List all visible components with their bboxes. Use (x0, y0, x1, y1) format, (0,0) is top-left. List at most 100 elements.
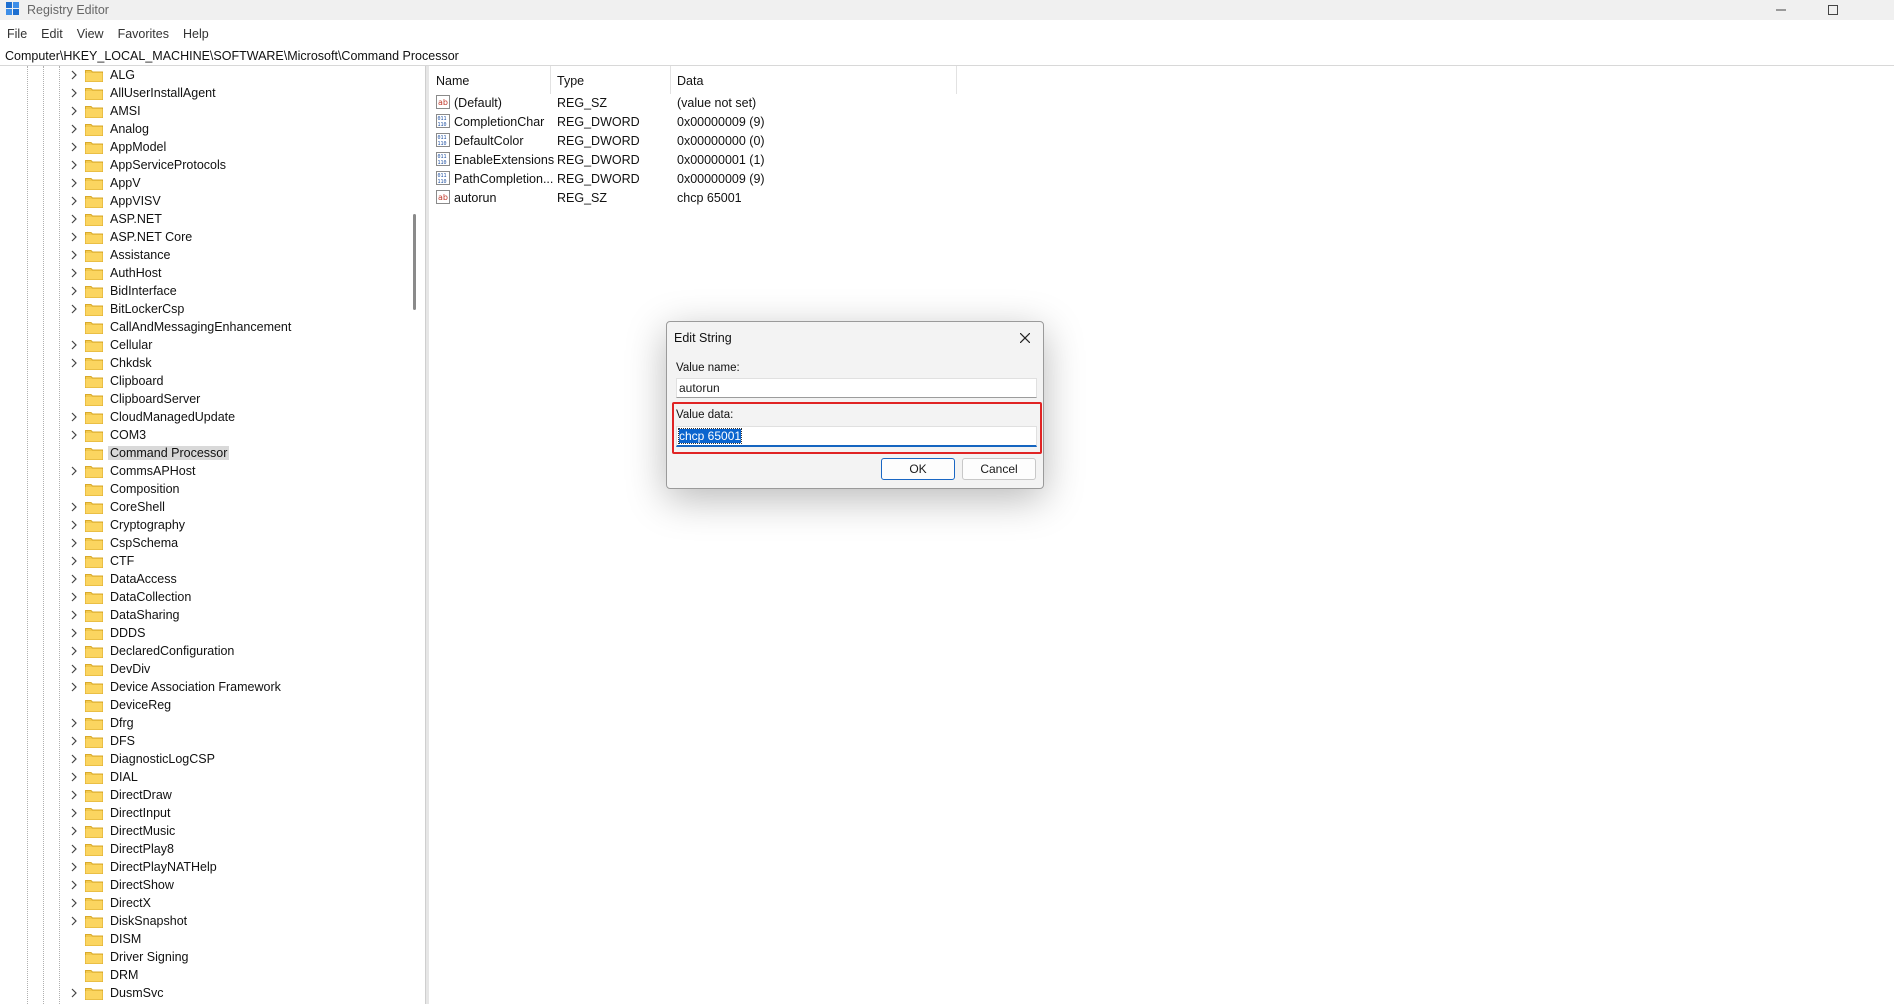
value-row[interactable]: 011 110 DefaultColor REG_DWORD 0x00000000 (0… (430, 132, 1230, 151)
tree-item[interactable]: DIAL (69, 768, 140, 786)
menu-help[interactable]: Help (176, 27, 216, 41)
chevron-right-icon[interactable] (69, 178, 79, 188)
chevron-right-icon[interactable] (69, 898, 79, 908)
tree-item[interactable]: AppModel (69, 138, 168, 156)
tree-item[interactable]: Cryptography (69, 516, 187, 534)
tree-item[interactable]: DevDiv (69, 660, 152, 678)
minimize-button[interactable] (1758, 0, 1804, 20)
chevron-right-icon[interactable] (69, 70, 79, 80)
chevron-right-icon[interactable] (69, 340, 79, 350)
menu-edit[interactable]: Edit (34, 27, 70, 41)
value-data-input[interactable]: chcp 65001 (676, 426, 1037, 447)
tree-item[interactable]: AppServiceProtocols (69, 156, 228, 174)
maximize-button[interactable] (1810, 0, 1856, 20)
menu-file[interactable]: File (0, 27, 34, 41)
pane-splitter[interactable] (425, 66, 429, 1004)
tree-item[interactable]: AppVISV (69, 192, 163, 210)
tree-item[interactable]: CspSchema (69, 534, 180, 552)
tree-item[interactable]: DataSharing (69, 606, 182, 624)
tree-item[interactable]: BitLockerCsp (69, 300, 186, 318)
value-row[interactable]: 011 110 CompletionChar REG_DWORD 0x00000009 … (430, 113, 1230, 132)
chevron-right-icon[interactable] (69, 196, 79, 206)
registry-tree[interactable]: ALG AllUserInstallAgent AMSI Analog AppModel… (0, 66, 422, 1004)
chevron-right-icon[interactable] (69, 682, 79, 692)
tree-item[interactable]: Cellular (69, 336, 154, 354)
tree-item[interactable]: CloudManagedUpdate (69, 408, 237, 426)
tree-item[interactable]: CoreShell (69, 498, 167, 516)
chevron-right-icon[interactable] (69, 358, 79, 368)
tree-item[interactable]: AllUserInstallAgent (69, 84, 218, 102)
column-header-type[interactable]: Type (557, 71, 584, 91)
column-header-name[interactable]: Name (436, 71, 469, 91)
chevron-right-icon[interactable] (69, 304, 79, 314)
tree-item[interactable]: ASP.NET (69, 210, 164, 228)
chevron-right-icon[interactable] (69, 214, 79, 224)
tree-item[interactable]: DirectPlay8 (69, 840, 176, 858)
tree-item[interactable]: DeclaredConfiguration (69, 642, 236, 660)
chevron-right-icon[interactable] (69, 88, 79, 98)
chevron-right-icon[interactable] (69, 124, 79, 134)
value-row[interactable]: ab autorun REG_SZ chcp 65001 (430, 189, 1230, 208)
tree-item[interactable]: Command Processor (69, 444, 230, 462)
tree-item[interactable]: DataCollection (69, 588, 193, 606)
tree-item[interactable]: ClipboardServer (69, 390, 202, 408)
column-divider[interactable] (956, 66, 957, 94)
tree-item[interactable]: DRM (69, 966, 140, 984)
chevron-right-icon[interactable] (69, 106, 79, 116)
column-divider[interactable] (550, 66, 551, 94)
tree-item[interactable]: AppV (69, 174, 143, 192)
tree-item[interactable]: DFS (69, 732, 137, 750)
chevron-right-icon[interactable] (69, 826, 79, 836)
column-divider[interactable] (670, 66, 671, 94)
dialog-close-button[interactable] (1015, 328, 1035, 348)
tree-item[interactable]: DirectDraw (69, 786, 174, 804)
tree-item[interactable]: CallAndMessagingEnhancement (69, 318, 293, 336)
tree-item[interactable]: ALG (69, 66, 137, 84)
chevron-right-icon[interactable] (69, 916, 79, 926)
chevron-right-icon[interactable] (69, 268, 79, 278)
tree-item[interactable]: CommsAPHost (69, 462, 197, 480)
chevron-right-icon[interactable] (69, 286, 79, 296)
tree-item[interactable]: DiskSnapshot (69, 912, 189, 930)
chevron-right-icon[interactable] (69, 160, 79, 170)
chevron-right-icon[interactable] (69, 142, 79, 152)
chevron-right-icon[interactable] (69, 718, 79, 728)
tree-item[interactable]: DirectMusic (69, 822, 177, 840)
column-header-data[interactable]: Data (677, 71, 703, 91)
values-list[interactable]: Name Type Data ab (Default) REG_SZ (value n… (430, 66, 1894, 1004)
value-row[interactable]: 011 110 PathCompletion... REG_DWORD 0x000000… (430, 170, 1230, 189)
chevron-right-icon[interactable] (69, 880, 79, 890)
tree-item[interactable]: Device Association Framework (69, 678, 283, 696)
tree-item[interactable]: DusmSvc (69, 984, 165, 1002)
value-name-field[interactable]: autorun (676, 378, 1037, 398)
chevron-right-icon[interactable] (69, 466, 79, 476)
tree-item[interactable]: DeviceReg (69, 696, 173, 714)
tree-item[interactable]: Assistance (69, 246, 172, 264)
tree-item[interactable]: DataAccess (69, 570, 179, 588)
tree-item[interactable]: COM3 (69, 426, 148, 444)
chevron-right-icon[interactable] (69, 772, 79, 782)
chevron-right-icon[interactable] (69, 502, 79, 512)
chevron-right-icon[interactable] (69, 592, 79, 602)
chevron-right-icon[interactable] (69, 628, 79, 638)
value-row[interactable]: ab (Default) REG_SZ (value not set) (430, 94, 1230, 113)
tree-item[interactable]: Driver Signing (69, 948, 191, 966)
tree-item[interactable]: DDDS (69, 624, 147, 642)
chevron-right-icon[interactable] (69, 574, 79, 584)
tree-item[interactable]: Chkdsk (69, 354, 154, 372)
tree-item[interactable]: AuthHost (69, 264, 163, 282)
tree-item[interactable]: Analog (69, 120, 151, 138)
chevron-right-icon[interactable] (69, 250, 79, 260)
tree-item[interactable]: DirectShow (69, 876, 176, 894)
chevron-right-icon[interactable] (69, 232, 79, 242)
chevron-right-icon[interactable] (69, 808, 79, 818)
chevron-right-icon[interactable] (69, 754, 79, 764)
chevron-right-icon[interactable] (69, 538, 79, 548)
tree-item[interactable]: Clipboard (69, 372, 166, 390)
chevron-right-icon[interactable] (69, 844, 79, 854)
chevron-right-icon[interactable] (69, 412, 79, 422)
menu-favorites[interactable]: Favorites (111, 27, 176, 41)
chevron-right-icon[interactable] (69, 790, 79, 800)
tree-scrollbar-thumb[interactable] (413, 214, 416, 310)
tree-item[interactable]: Composition (69, 480, 181, 498)
